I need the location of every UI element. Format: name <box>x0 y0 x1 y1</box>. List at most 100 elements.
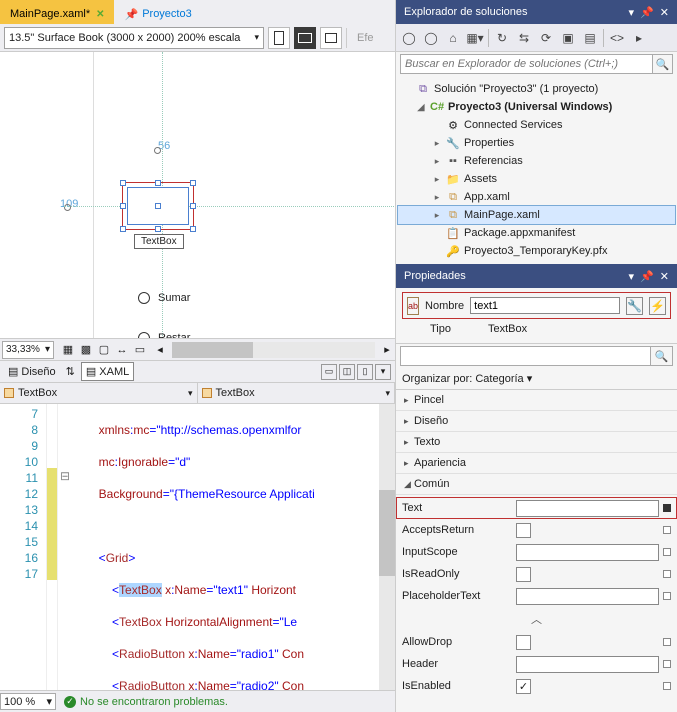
tree-item[interactable]: ⚙Connected Services <box>398 116 675 134</box>
design-view-button[interactable]: ▤Diseño <box>4 363 60 380</box>
events-icon[interactable]: ⚡ <box>649 297 666 315</box>
orientation-portrait-button[interactable] <box>268 27 290 49</box>
grid-dense-icon[interactable]: ▩ <box>78 342 94 358</box>
tree-solution[interactable]: ⧉Solución "Proyecto3" (1 proyecto) <box>398 80 675 98</box>
fold-column[interactable]: ⊟ <box>58 404 72 690</box>
prop-input[interactable] <box>516 544 659 561</box>
prop-input[interactable] <box>516 656 659 673</box>
tree-project[interactable]: ◢C#Proyecto3 (Universal Windows) <box>398 98 675 116</box>
status-zoom-combo[interactable]: 100 %▾ <box>0 693 56 710</box>
snap-lines-icon[interactable]: ↔ <box>114 342 130 358</box>
value-marker-icon[interactable] <box>663 638 671 646</box>
resize-handle[interactable] <box>155 180 161 186</box>
tablet-button[interactable] <box>320 27 342 49</box>
scroll-thumb[interactable] <box>172 342 253 358</box>
prop-text-input[interactable] <box>516 500 659 517</box>
split-horizontal-button[interactable]: ▭ <box>321 364 337 380</box>
tree-item[interactable]: ▸▪▪Referencias <box>398 152 675 170</box>
value-marker-icon[interactable] <box>663 570 671 578</box>
scroll-thumb[interactable] <box>379 490 395 576</box>
tree-item[interactable]: ▸🔧Properties <box>398 134 675 152</box>
scope-icon[interactable]: ▦▾ <box>466 29 484 47</box>
category-pincel[interactable]: ▸Pincel <box>396 390 677 411</box>
category-diseno[interactable]: ▸Diseño <box>396 411 677 432</box>
sync-icon[interactable]: ↻ <box>493 29 511 47</box>
scroll-right-icon[interactable]: ▸ <box>379 343 395 356</box>
expander-icon[interactable]: ▸ <box>432 156 442 167</box>
scroll-left-icon[interactable]: ◂ <box>152 343 168 356</box>
vscrollbar[interactable] <box>379 404 395 690</box>
textbox-control[interactable] <box>127 187 189 225</box>
resize-handle[interactable] <box>120 180 126 186</box>
organize-by[interactable]: Organizar por: Categoría ▾ <box>396 368 677 390</box>
value-marker-icon[interactable] <box>663 592 671 600</box>
code-scope-combo[interactable]: TextBox▾ <box>0 383 198 403</box>
designer-canvas[interactable]: 109 56 TextBox Sumar Restar Button TextB… <box>0 52 395 338</box>
category-comun[interactable]: ◢Común <box>396 474 677 495</box>
preview-icon[interactable]: ▸ <box>630 29 648 47</box>
xaml-view-button[interactable]: ▤XAML <box>81 362 134 381</box>
window-menu-icon[interactable]: ▾ <box>629 6 635 19</box>
code-lines[interactable]: xmlns:mc="http://schemas.openxmlfor mc:I… <box>72 404 395 690</box>
collapse-icon[interactable]: ⇆ <box>515 29 533 47</box>
checkbox[interactable] <box>516 567 531 582</box>
home-icon[interactable]: ⌂ <box>444 29 462 47</box>
expander-icon[interactable]: ▸ <box>432 174 442 185</box>
resize-handle[interactable] <box>190 203 196 209</box>
pin-icon[interactable]: 📌 <box>640 270 654 283</box>
expander-icon[interactable]: ▸ <box>432 192 442 203</box>
value-marker-icon[interactable] <box>663 548 671 556</box>
value-marker-icon[interactable] <box>663 660 671 668</box>
tree-item-selected[interactable]: ▸⧉MainPage.xaml <box>398 206 675 224</box>
refresh-icon[interactable]: ⟳ <box>537 29 555 47</box>
orientation-landscape-button[interactable] <box>294 27 316 49</box>
name-input[interactable] <box>470 297 620 314</box>
tree-item[interactable]: 📋Package.appxmanifest <box>398 224 675 242</box>
search-icon[interactable]: 🔍 <box>653 54 673 74</box>
forward-icon[interactable]: ◯ <box>422 29 440 47</box>
snap-icon[interactable]: ▢ <box>96 342 112 358</box>
swap-views-button[interactable]: ⇅ <box>66 365 75 378</box>
checkbox[interactable]: ✓ <box>516 679 531 694</box>
category-apariencia[interactable]: ▸Apariencia <box>396 453 677 474</box>
zoom-combo[interactable]: 33,33%▾ <box>2 341 54 359</box>
show-all-icon[interactable]: ▣ <box>559 29 577 47</box>
code-editor[interactable]: 7891011121314151617 ⊟ xmlns:mc="http://s… <box>0 404 395 690</box>
collapse-pane-button[interactable]: ▯ <box>357 364 373 380</box>
tree-item[interactable]: 🔑Proyecto3_TemporaryKey.pfx <box>398 242 675 260</box>
pin-icon[interactable]: 📌 <box>640 6 654 19</box>
properties-icon[interactable]: ▤ <box>581 29 599 47</box>
selection-textbox[interactable] <box>122 182 194 230</box>
expander-icon[interactable]: ▸ <box>432 138 442 149</box>
expander-icon[interactable]: ▸ <box>432 210 442 221</box>
window-menu-icon[interactable]: ▾ <box>629 270 635 283</box>
split-vertical-button[interactable]: ◫ <box>339 364 355 380</box>
back-icon[interactable]: ◯ <box>400 29 418 47</box>
checkbox[interactable] <box>516 523 531 538</box>
resize-handle[interactable] <box>120 203 126 209</box>
category-texto[interactable]: ▸Texto <box>396 432 677 453</box>
code-member-combo[interactable]: TextBox▾ <box>198 383 396 403</box>
value-marker-icon[interactable] <box>663 504 671 512</box>
prop-input[interactable] <box>516 588 659 605</box>
close-icon[interactable]: ✕ <box>96 9 104 20</box>
radio-restar[interactable]: Restar <box>138 332 190 338</box>
value-marker-icon[interactable] <box>663 526 671 534</box>
device-combo[interactable]: 13.5" Surface Book (3000 x 2000) 200% es… <box>4 27 264 49</box>
expander-icon[interactable]: ◢ <box>416 102 426 113</box>
ruler-icon[interactable]: ▭ <box>132 342 148 358</box>
property-search-input[interactable] <box>400 346 651 366</box>
value-marker-icon[interactable] <box>663 682 671 690</box>
solution-tree[interactable]: ⧉Solución "Proyecto3" (1 proyecto) ◢C#Pr… <box>396 76 677 264</box>
tree-item[interactable]: ▸⧉App.xaml <box>398 188 675 206</box>
search-icon[interactable]: 🔍 <box>651 346 673 366</box>
solution-search-input[interactable] <box>400 54 653 74</box>
resize-handle[interactable] <box>120 226 126 232</box>
checkbox[interactable] <box>516 635 531 650</box>
close-icon[interactable]: ✕ <box>660 6 669 19</box>
grid-icon[interactable]: ▦ <box>60 342 76 358</box>
expand-more-button[interactable]: ︿ <box>396 607 677 631</box>
tree-item[interactable]: ▸📁Assets <box>398 170 675 188</box>
radio-sumar[interactable]: Sumar <box>138 292 190 304</box>
close-icon[interactable]: ✕ <box>660 270 669 283</box>
